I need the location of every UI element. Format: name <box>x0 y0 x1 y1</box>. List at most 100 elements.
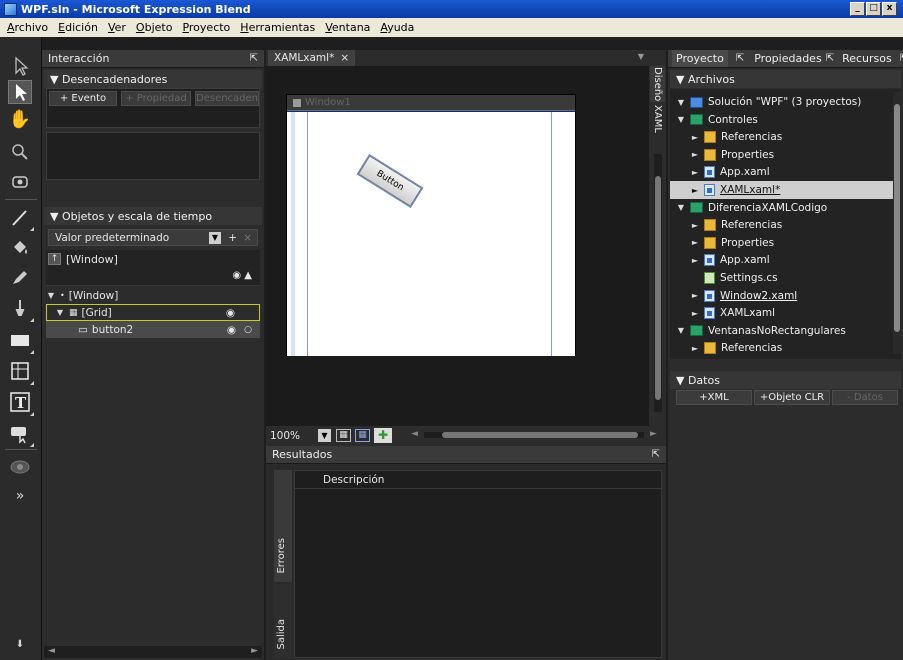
scroll-thumb[interactable] <box>655 176 661 400</box>
camera-orbit-tool-icon[interactable] <box>8 170 32 194</box>
asset-library-icon[interactable] <box>8 455 32 479</box>
menu-proyecto[interactable]: Proyecto <box>177 21 235 34</box>
tree-item[interactable]: Settings.cs <box>670 269 896 287</box>
scope-up-icon[interactable]: ↑ <box>48 253 61 265</box>
tab-close-icon[interactable]: × <box>340 52 349 64</box>
direct-selection-tool-icon[interactable] <box>8 80 32 104</box>
objects-timeline-header[interactable]: ▼ Objetos y escala de tiempo <box>44 207 262 225</box>
expand-toolbox-icon[interactable]: » <box>8 484 32 508</box>
zoom-dropdown-icon[interactable]: ▼ <box>318 429 331 442</box>
expand-arrow-icon[interactable]: ► <box>690 221 700 230</box>
expand-arrow-icon[interactable]: ► <box>690 238 700 247</box>
menu-edicion[interactable]: Edición <box>53 21 103 34</box>
file-tree-vscroll[interactable] <box>893 92 901 354</box>
brush-transform-tool-icon[interactable] <box>8 265 32 289</box>
pen-tool-icon[interactable] <box>8 205 34 231</box>
data-header[interactable]: ▼ Datos <box>670 371 901 389</box>
pin-icon[interactable]: ⇱ <box>736 53 744 64</box>
control-tool-icon[interactable] <box>8 421 34 447</box>
tree-item[interactable]: ► Properties <box>670 146 896 164</box>
add-event-button[interactable]: + Evento <box>49 91 117 106</box>
add-clr-object-button[interactable]: +Objeto CLR <box>754 390 830 405</box>
tree-item[interactable]: ▼ DiferenciaXAMLCodigo <box>670 199 896 217</box>
tab-output[interactable]: Salida <box>274 584 292 658</box>
collapse-arrow-icon[interactable]: ▼ <box>46 291 56 300</box>
expand-arrow-icon[interactable]: ► <box>690 256 700 265</box>
tab-resources[interactable]: Recursos <box>842 52 892 65</box>
tree-item-grid[interactable]: ▼ ▦ [Grid] ◉ <box>46 304 260 321</box>
menu-objeto[interactable]: Objeto <box>131 21 178 34</box>
pin-icon[interactable]: ⇱ <box>652 449 660 460</box>
expand-arrow-icon[interactable]: ► <box>690 291 700 300</box>
remove-data-button[interactable]: - Datos <box>832 390 898 405</box>
menu-archivo[interactable]: Archivo <box>2 21 53 34</box>
expand-arrow-icon[interactable]: ► <box>690 133 700 142</box>
rectangle-tool-icon[interactable] <box>8 328 34 354</box>
expand-arrow-icon[interactable]: ► <box>690 309 700 318</box>
add-xml-button[interactable]: +XML <box>676 390 752 405</box>
eye-icon[interactable]: ◉ <box>227 324 236 336</box>
eye-lock-icons[interactable]: ◉ ▲ <box>232 270 252 281</box>
tab-design-view[interactable]: Diseño <box>650 66 665 102</box>
tab-properties[interactable]: Propiedades <box>754 52 821 65</box>
tab-list-icon[interactable]: ▼ <box>638 52 644 61</box>
zoom-level[interactable]: 100% <box>270 430 300 442</box>
paint-bucket-tool-icon[interactable] <box>8 236 32 260</box>
pan-tool-icon[interactable]: ✋ <box>8 108 32 132</box>
menu-ayuda[interactable]: Ayuda <box>375 21 419 34</box>
collapse-arrow-icon[interactable]: ▼ <box>55 308 65 317</box>
tree-item[interactable]: ► Referencias <box>670 128 896 146</box>
add-trigger-button[interactable]: Desencadena <box>195 91 259 106</box>
add-property-button[interactable]: + Propiedad <box>121 91 191 106</box>
menu-ver[interactable]: Ver <box>103 21 131 34</box>
tree-item-button2[interactable]: ▭ button2 ◉ ○ <box>46 321 260 338</box>
collapse-arrow-icon[interactable]: ▼ <box>676 203 686 212</box>
selection-tool-icon[interactable] <box>8 54 32 78</box>
column-description[interactable]: Descripción <box>323 474 384 486</box>
timeline-selector[interactable]: Valor predeterminado ▼ + × <box>48 229 258 246</box>
eye-icon[interactable]: ◉ <box>226 307 235 319</box>
maximize-button[interactable]: □ <box>866 2 881 16</box>
snap-to-grid-icon[interactable]: ▦ <box>355 429 370 442</box>
tree-item[interactable]: ► Window2.xaml <box>670 287 896 305</box>
pin-icon[interactable]: ⇱ <box>826 53 834 64</box>
close-timeline-icon[interactable]: × <box>243 232 252 244</box>
artboard-vscroll[interactable] <box>654 154 662 412</box>
lock-dot-icon[interactable]: ○ <box>244 325 252 335</box>
tree-item[interactable]: ► XAMLxaml* <box>670 181 896 199</box>
rotated-button[interactable]: Button <box>357 155 423 207</box>
add-timeline-icon[interactable]: + <box>228 232 237 244</box>
window-content[interactable]: Button <box>287 112 575 356</box>
dropdown-icon[interactable]: ▼ <box>209 231 221 244</box>
scroll-right-icon[interactable]: ► <box>251 646 258 656</box>
window-frame[interactable]: Window1 Button <box>286 94 576 356</box>
scroll-left-icon[interactable]: ◄ <box>411 429 418 439</box>
close-button[interactable]: x <box>882 2 897 16</box>
collapse-arrow-icon[interactable]: ▼ <box>676 115 686 124</box>
collapse-arrow-icon[interactable]: ▼ <box>676 98 686 107</box>
tree-item[interactable]: ► XAMLxaml <box>670 304 896 322</box>
tab-xaml-view[interactable]: XAML <box>650 104 665 134</box>
expand-arrow-icon[interactable]: ► <box>690 168 700 177</box>
minimize-button[interactable]: _ <box>850 2 865 16</box>
pin-icon[interactable]: ⇱ <box>250 53 258 64</box>
files-header[interactable]: ▼ Archivos <box>670 70 901 88</box>
scroll-thumb[interactable] <box>894 104 900 332</box>
expand-arrow-icon[interactable]: ► <box>690 344 700 353</box>
scroll-right-icon[interactable]: ► <box>650 429 657 439</box>
zoom-tool-icon[interactable] <box>8 140 32 164</box>
tree-item[interactable]: ▼ VentanasNoRectangulares <box>670 322 896 340</box>
snap-to-snaplines-icon[interactable]: ✚ <box>374 428 392 443</box>
timeline-hscroll[interactable]: ◄ ► <box>44 646 262 658</box>
tab-project[interactable]: Proyecto <box>672 50 728 67</box>
collapse-arrow-icon[interactable]: ▼ <box>676 326 686 335</box>
tree-item[interactable]: ► Referencias <box>670 216 896 234</box>
tree-item[interactable]: ► App.xaml <box>670 251 896 269</box>
tree-item[interactable]: ► App.xaml <box>670 163 896 181</box>
artboard-hscroll[interactable] <box>424 432 644 438</box>
expand-arrow-icon[interactable]: ► <box>690 150 700 159</box>
scroll-thumb[interactable] <box>442 432 638 438</box>
menu-ventana[interactable]: Ventana <box>320 21 375 34</box>
menu-herramientas[interactable]: Herramientas <box>235 21 320 34</box>
tab-xamlxaml[interactable]: XAMLxaml* × <box>268 50 356 66</box>
